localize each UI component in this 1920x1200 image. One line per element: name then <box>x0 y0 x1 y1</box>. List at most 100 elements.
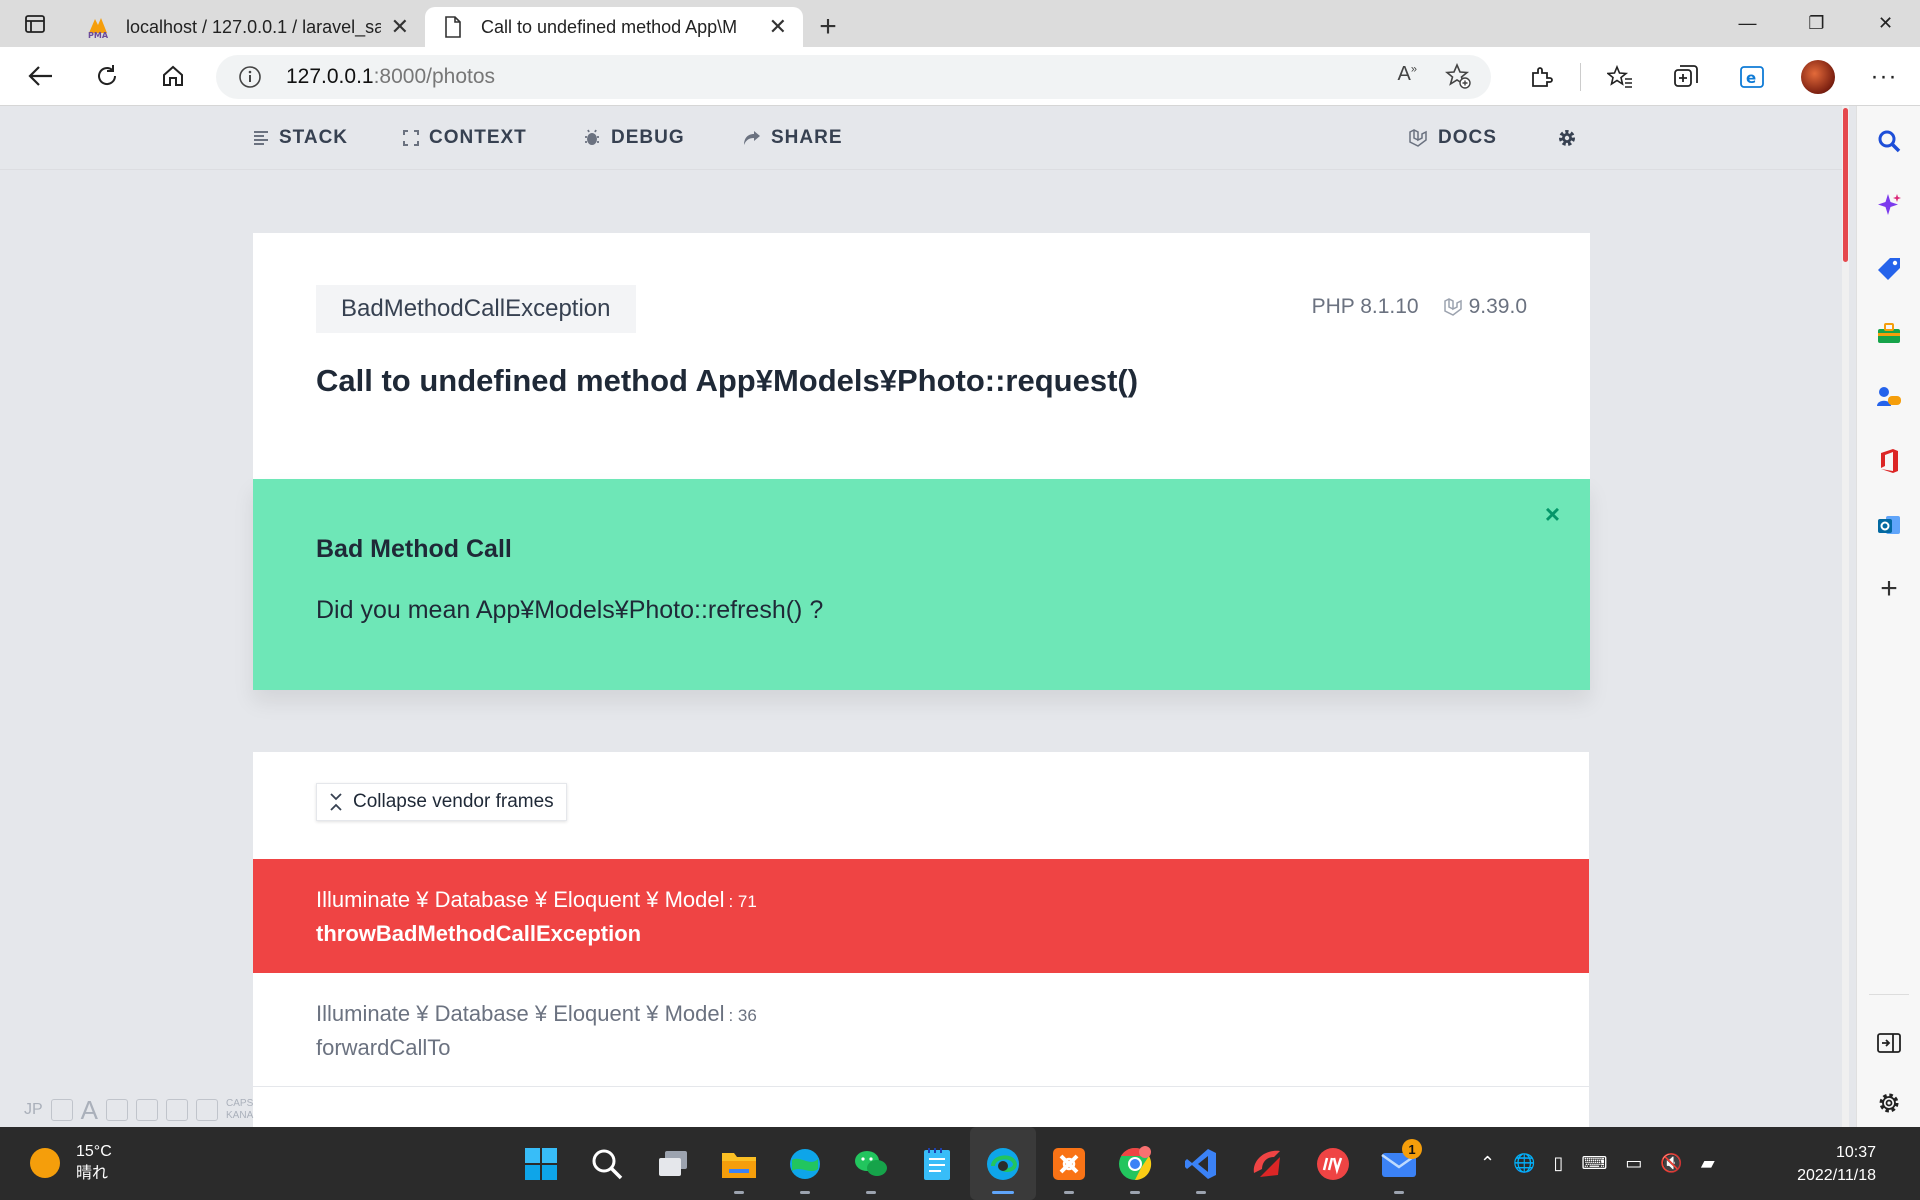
sidebar-search-button[interactable] <box>1857 109 1920 173</box>
taskbar-wechat[interactable] <box>838 1127 904 1200</box>
sparkle-icon <box>1878 194 1901 215</box>
sidebar-games-button[interactable] <box>1857 365 1920 429</box>
taskbar-edge[interactable] <box>970 1127 1036 1200</box>
scrollbar-thumb[interactable] <box>1843 108 1848 262</box>
usb-icon[interactable]: ▯ <box>1554 1153 1564 1174</box>
nav-context[interactable]: CONTEXT <box>403 106 527 170</box>
frame-line: : 71 <box>728 892 757 911</box>
ime-font-icon[interactable]: A <box>81 1095 98 1126</box>
minimize-button[interactable]: — <box>1713 0 1782 47</box>
settings-more-button[interactable]: ··· <box>1851 47 1917 106</box>
outlook-icon <box>1878 516 1900 534</box>
share-icon <box>744 131 760 145</box>
kana-label: KANA <box>226 1110 254 1121</box>
display-icon[interactable]: ▭ <box>1625 1153 1642 1174</box>
exception-card: BadMethodCallException PHP 8.1.10 9.39.0… <box>253 233 1590 479</box>
taskbar-chrome[interactable] <box>1102 1127 1168 1200</box>
tab-actions-button[interactable] <box>0 0 70 47</box>
clock[interactable]: 10:37 2022/11/18 <box>1797 1141 1876 1187</box>
chevron-up-icon[interactable]: ⌃ <box>1480 1153 1495 1174</box>
volume-muted-icon[interactable]: 🔇 <box>1660 1153 1682 1174</box>
tab-phpmyadmin[interactable]: PMA localhost / 127.0.0.1 / laravel_san … <box>70 7 425 47</box>
edge-icon <box>987 1147 1019 1180</box>
ignition-nav: STACK CONTEXT DEBUG SHARE DOCS <box>0 106 1842 170</box>
ie-mode-button[interactable]: e <box>1719 47 1785 106</box>
taskbar-search-button[interactable] <box>574 1127 640 1200</box>
nav-share[interactable]: SHARE <box>743 106 843 170</box>
ime-tool-icon[interactable] <box>106 1099 129 1121</box>
xampp-icon <box>1053 1147 1085 1180</box>
taskbar-red-circle-app[interactable] <box>1300 1127 1366 1200</box>
ime-language[interactable]: JP <box>24 1101 43 1119</box>
ime-toolbar: JP A CAPS KANA <box>24 1094 253 1126</box>
task-view-button[interactable] <box>640 1127 706 1200</box>
add-favorite-icon[interactable] <box>1445 63 1471 89</box>
tab-current[interactable]: Call to undefined method App\M ✕ <box>425 7 803 47</box>
nav-share-label: SHARE <box>771 127 843 148</box>
address-bar[interactable]: 127.0.0.1:8000/photos A» <box>216 55 1491 99</box>
close-window-button[interactable]: ✕ <box>1851 0 1920 47</box>
nav-debug-label: DEBUG <box>611 127 685 148</box>
info-icon[interactable] <box>238 65 262 89</box>
restore-button[interactable]: ❐ <box>1782 0 1851 47</box>
new-tab-button[interactable]: + <box>803 7 853 47</box>
stack-frame[interactable]: Illuminate ¥ Database ¥ Eloquent ¥ Model… <box>253 973 1589 1087</box>
nav-docs[interactable]: DOCS <box>1408 106 1497 170</box>
back-arrow-icon <box>28 66 52 86</box>
nav-settings[interactable] <box>1556 106 1588 170</box>
close-tab-icon[interactable]: ✕ <box>391 14 409 40</box>
taskbar-file-explorer[interactable] <box>706 1127 772 1200</box>
close-icon[interactable]: × <box>1545 499 1560 530</box>
sidebar-hide-button[interactable] <box>1857 1011 1920 1075</box>
solution-panel: × Bad Method Call Did you mean App¥Model… <box>253 479 1590 690</box>
collections-button[interactable] <box>1653 47 1719 106</box>
collapse-vendor-frames-button[interactable]: Collapse vendor frames <box>316 783 567 821</box>
ime-pad-icon[interactable] <box>166 1099 189 1121</box>
keyboard-icon[interactable]: ⌨ <box>1581 1153 1607 1174</box>
taskbar-mail[interactable]: 1 <box>1366 1127 1432 1200</box>
taskbar-browser-globe[interactable] <box>772 1127 838 1200</box>
ime-mode-icon[interactable] <box>50 1099 73 1121</box>
ime-dictionary-icon[interactable] <box>136 1099 159 1121</box>
nav-stack[interactable]: STACK <box>253 106 348 170</box>
more-icon: ··· <box>1870 62 1898 90</box>
taskbar-notepad[interactable] <box>904 1127 970 1200</box>
ime-settings-icon[interactable] <box>196 1099 219 1121</box>
back-button[interactable] <box>8 47 74 106</box>
reload-button[interactable] <box>74 47 140 106</box>
taskbar-xampp[interactable] <box>1036 1127 1102 1200</box>
solution-title: Bad Method Call <box>316 535 512 563</box>
sidebar-add-button[interactable]: + <box>1857 557 1920 621</box>
sidebar-tools-button[interactable] <box>1857 301 1920 365</box>
profile-button[interactable] <box>1785 47 1851 106</box>
sidebar-office-button[interactable] <box>1857 429 1920 493</box>
read-aloud-icon[interactable]: A» <box>1398 63 1417 89</box>
favorites-button[interactable] <box>1587 47 1653 106</box>
weather-widget[interactable]: 15°C 晴れ <box>30 1141 112 1185</box>
battery-icon[interactable]: ▰ <box>1701 1153 1715 1174</box>
close-tab-icon[interactable]: ✕ <box>769 14 787 40</box>
page-scrollbar[interactable] <box>1842 106 1849 1127</box>
sidebar-settings-button[interactable] <box>1857 1071 1920 1135</box>
network-globe-icon[interactable]: 🌐 <box>1513 1153 1535 1174</box>
exception-message: Call to undefined method App¥Models¥Phot… <box>316 363 1139 398</box>
sidebar-outlook-button[interactable] <box>1857 493 1920 557</box>
phpmyadmin-icon: PMA <box>86 15 110 39</box>
edge-sidebar: + <box>1856 106 1920 1127</box>
temperature: 15°C <box>76 1143 112 1160</box>
collections-icon <box>1674 64 1698 87</box>
nav-debug[interactable]: DEBUG <box>583 106 685 170</box>
taskbar-red-app[interactable] <box>1234 1127 1300 1200</box>
start-button[interactable] <box>508 1127 574 1200</box>
home-button[interactable] <box>140 47 206 106</box>
stack-frame[interactable]: Illuminate ¥ Database ¥ Eloquent ¥ Model… <box>253 859 1589 973</box>
collapse-label: Collapse vendor frames <box>353 791 554 812</box>
tab-actions-icon <box>25 14 45 33</box>
extensions-button[interactable] <box>1508 47 1574 106</box>
stack-trace-card: Collapse vendor frames Illuminate ¥ Data… <box>253 752 1589 1127</box>
sidebar-shopping-button[interactable] <box>1857 237 1920 301</box>
sidebar-copilot-button[interactable] <box>1857 173 1920 237</box>
mail-badge: 1 <box>1402 1139 1422 1159</box>
taskbar-vscode[interactable] <box>1168 1127 1234 1200</box>
url-path: :8000/photos <box>373 65 496 88</box>
